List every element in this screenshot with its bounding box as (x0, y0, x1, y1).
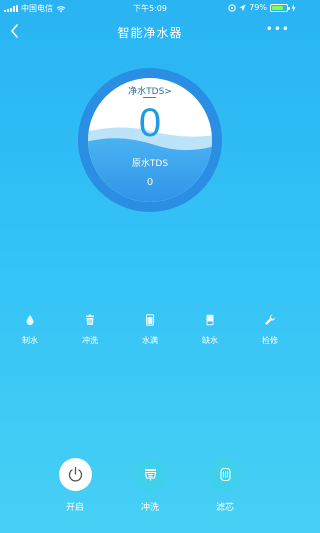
status-item-making-water: 制水 (10, 314, 50, 346)
status-label: 冲洗 (82, 336, 98, 345)
filter-action[interactable]: 滤芯 (205, 458, 245, 513)
wrench-icon (265, 314, 276, 325)
status-right: 79% (228, 3, 296, 12)
water-shortage-icon (206, 314, 214, 326)
flush-action[interactable]: 冲洗 (130, 458, 170, 513)
pure-tds-label[interactable]: 净水TDS> (0, 84, 300, 97)
status-label: 制水 (22, 336, 38, 345)
status-label: 水满 (142, 336, 158, 345)
filter-label: 滤芯 (215, 503, 234, 513)
status-bar: 中国电信 下午5:09 79% (0, 0, 300, 16)
filter-icon (219, 467, 231, 482)
power-action[interactable]: 开启 (55, 458, 95, 513)
nav-bar: 智能净水器 ••• (0, 16, 300, 46)
raw-tds-value: 0 (146, 177, 154, 188)
status-item-flushing: 冲洗 (70, 314, 110, 346)
status-item-maintenance: 检修 (250, 314, 290, 346)
status-indicator-row: 制水 冲洗 水满 缺水 检修 (0, 314, 300, 354)
status-label: 检修 (262, 336, 278, 345)
power-icon (68, 466, 82, 482)
charging-icon (291, 3, 296, 12)
flush-icon (144, 469, 156, 481)
raw-tds-label: 原水TDS (131, 159, 169, 169)
water-drop-icon (26, 315, 34, 326)
pure-tds-value: 0 (138, 101, 162, 145)
flush-button[interactable] (133, 458, 167, 491)
status-label: 缺水 (202, 336, 218, 345)
flush-label: 冲洗 (140, 503, 159, 513)
flush-icon (86, 314, 94, 325)
more-button[interactable]: ••• (266, 22, 290, 36)
status-item-water-shortage: 缺水 (190, 314, 230, 346)
location-icon (239, 4, 246, 11)
action-row: 开启 冲洗 滤芯 (0, 458, 300, 518)
pure-tds-underline (143, 97, 156, 98)
battery-percent: 79% (249, 3, 267, 12)
filter-button[interactable] (208, 458, 242, 491)
page-title: 智能净水器 (117, 26, 183, 40)
orientation-lock-icon (228, 3, 236, 12)
battery-fill (272, 5, 284, 10)
status-item-water-full: 水满 (130, 314, 170, 346)
water-full-icon (146, 314, 154, 326)
power-button[interactable] (58, 458, 92, 491)
battery-icon (270, 3, 290, 12)
power-label: 开启 (65, 503, 84, 513)
